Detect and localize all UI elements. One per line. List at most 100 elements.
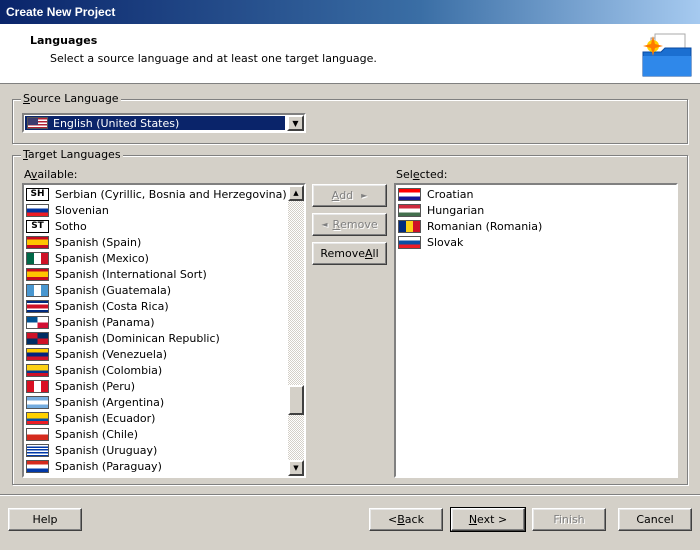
target-languages-legend: Target Languages (21, 148, 123, 161)
arrow-right-icon: ► (361, 191, 368, 200)
list-item[interactable]: Spanish (Paraguay) (24, 458, 288, 474)
new-project-folder-icon (642, 33, 692, 77)
uy-flag-icon (26, 443, 49, 457)
list-item[interactable]: Spanish (Panama) (24, 314, 288, 330)
list-item-label: Spanish (Panama) (55, 315, 155, 329)
next-button[interactable]: Next > (450, 507, 526, 532)
source-language-legend: Source Language (21, 92, 121, 105)
list-item-label: Spanish (International Sort) (55, 267, 207, 281)
list-item[interactable]: Spanish (Peru) (24, 378, 288, 394)
list-item[interactable]: Romanian (Romania) (396, 218, 676, 234)
list-item-label: Croatian (427, 187, 474, 201)
list-item[interactable]: Spanish (Uruguay) (24, 442, 288, 458)
list-item[interactable]: Spanish (International Sort) (24, 266, 288, 282)
ve-flag-icon (26, 347, 49, 361)
list-item[interactable]: Spanish (Spain) (24, 234, 288, 250)
list-item-label: Spanish (Guatemala) (55, 283, 172, 297)
list-item-label: Serbian (Cyrillic, Bosnia and Herzegovin… (55, 187, 287, 201)
list-item[interactable]: Spanish (Venezuela) (24, 346, 288, 362)
list-item[interactable]: Hungarian (396, 202, 676, 218)
list-item[interactable]: Spanish (Argentina) (24, 394, 288, 410)
source-language-dropdown-button[interactable]: ▼ (287, 115, 304, 131)
triangle-up-icon: ▲ (293, 189, 299, 197)
arrow-left-icon: ◄ (321, 220, 328, 229)
list-item-label: Spanish (Chile) (55, 427, 139, 441)
list-item-label: Spanish (Peru) (55, 379, 136, 393)
hr-flag-icon (398, 187, 421, 201)
list-item[interactable]: Spanish (Dominican Republic) (24, 330, 288, 346)
sk-flag-icon (398, 235, 421, 249)
ar-flag-icon (26, 395, 49, 409)
list-item-label: Spanish (Paraguay) (55, 459, 162, 473)
list-item[interactable]: Spanish (Mexico) (24, 250, 288, 266)
list-item-label: Spanish (Venezuela) (55, 347, 168, 361)
list-item[interactable]: Spanish (Chile) (24, 426, 288, 442)
list-item[interactable]: Croatian (396, 186, 676, 202)
list-item-label: Hungarian (427, 203, 485, 217)
list-item-label: Spanish (Mexico) (55, 251, 149, 265)
do-flag-icon (26, 331, 49, 345)
available-label: Available: (24, 168, 78, 181)
list-item[interactable]: Spanish (Costa Rica) (24, 298, 288, 314)
cr-flag-icon (26, 299, 49, 313)
pe-flag-icon (26, 379, 49, 393)
selected-languages-list[interactable]: Croatian Hungarian Romanian (Romania) Slova… (394, 183, 678, 478)
list-item[interactable]: Slovak (396, 234, 676, 250)
list-item[interactable]: Spanish (Colombia) (24, 362, 288, 378)
language-code-flag-icon: SH (26, 187, 49, 201)
list-item[interactable]: Slovenian (24, 202, 288, 218)
add-button[interactable]: Add ► (312, 184, 387, 207)
window-title: Create New Project (6, 5, 116, 19)
page-subtitle: Select a source language and at least on… (50, 52, 377, 65)
list-item-label: Spanish (Argentina) (55, 395, 165, 409)
scroll-up-button[interactable]: ▲ (288, 185, 304, 201)
ec-flag-icon (26, 411, 49, 425)
available-list-scrollbar[interactable]: ▲ ▼ (288, 185, 304, 476)
list-item-label: Romanian (Romania) (427, 219, 543, 233)
list-item-label: Spanish (Colombia) (55, 363, 163, 377)
es-flag-icon (26, 235, 49, 249)
help-button[interactable]: Help (8, 508, 82, 531)
us-flag-icon (27, 117, 48, 129)
mx-flag-icon (26, 251, 49, 265)
hu-flag-icon (398, 203, 421, 217)
source-language-selected: English (United States) (25, 116, 285, 130)
list-item[interactable]: Spanish (Ecuador) (24, 410, 288, 426)
available-languages-list[interactable]: SH Serbian (Cyrillic, Bosnia and Herzegov… (22, 183, 306, 478)
co-flag-icon (26, 363, 49, 377)
chevron-down-icon: ▼ (292, 118, 299, 128)
gt-flag-icon (26, 283, 49, 297)
si-flag-icon (26, 203, 49, 217)
language-code-flag-icon: ST (26, 219, 49, 233)
list-item[interactable]: Spanish (Guatemala) (24, 282, 288, 298)
list-item-label: Spanish (Spain) (55, 235, 142, 249)
list-item[interactable]: ST Sotho (24, 218, 288, 234)
remove-all-button[interactable]: Remove All (312, 242, 387, 265)
scroll-thumb[interactable] (288, 385, 304, 415)
footer-divider (0, 494, 700, 496)
page-title: Languages (30, 34, 98, 47)
pa-flag-icon (26, 315, 49, 329)
list-item-label: Sotho (55, 219, 87, 233)
source-language-value: English (United States) (53, 116, 180, 130)
ro-flag-icon (398, 219, 421, 233)
triangle-down-icon: ▼ (293, 464, 299, 472)
list-item-label: Slovak (427, 235, 464, 249)
list-item[interactable]: SH Serbian (Cyrillic, Bosnia and Herzegov… (24, 186, 288, 202)
cancel-button[interactable]: Cancel (618, 508, 692, 531)
list-item-label: Slovenian (55, 203, 109, 217)
source-language-select[interactable]: English (United States) ▼ (22, 113, 306, 133)
py-flag-icon (26, 459, 49, 473)
scroll-down-button[interactable]: ▼ (288, 460, 304, 476)
finish-button[interactable]: Finish (532, 508, 606, 531)
wizard-header: Languages Select a source language and a… (0, 24, 700, 84)
window-title-bar[interactable]: Create New Project (0, 0, 700, 24)
list-item-label: Spanish (Ecuador) (55, 411, 156, 425)
cl-flag-icon (26, 427, 49, 441)
list-item-label: Spanish (Costa Rica) (55, 299, 169, 313)
remove-button[interactable]: ◄ Remove (312, 213, 387, 236)
selected-label: Selected: (396, 168, 448, 181)
list-item-label: Spanish (Uruguay) (55, 443, 158, 457)
back-button[interactable]: < Back (369, 508, 443, 531)
list-item-label: Spanish (Dominican Republic) (55, 331, 220, 345)
